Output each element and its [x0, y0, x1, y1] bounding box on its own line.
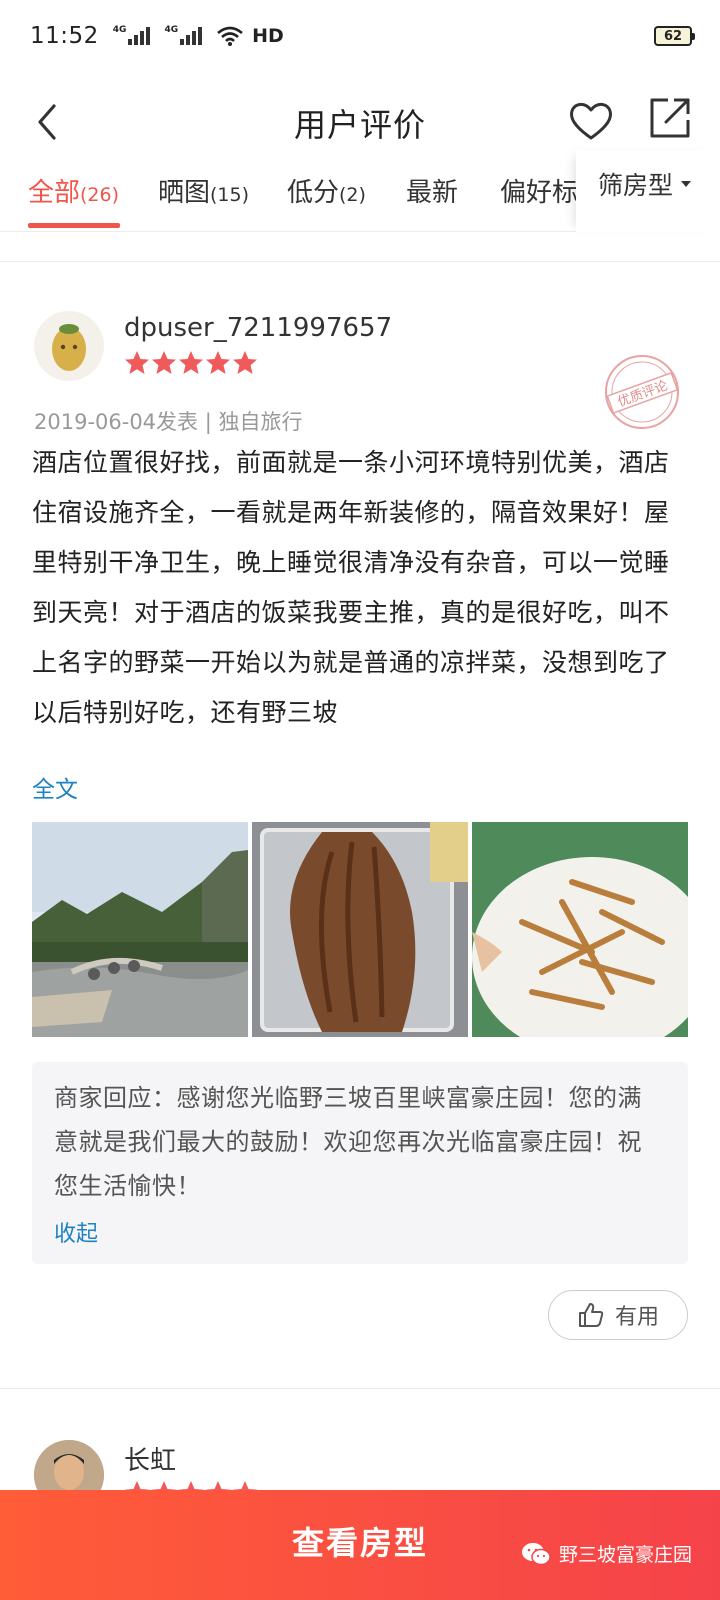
- heart-icon[interactable]: [566, 96, 616, 146]
- wifi-icon: [217, 26, 243, 46]
- battery-level: 62: [663, 28, 683, 44]
- share-icon[interactable]: [646, 94, 694, 142]
- collapse-link[interactable]: 收起: [54, 1216, 666, 1248]
- merchant-reply: 商家回应：感谢您光临野三坡百里峡富豪庄园！您的满意就是我们最大的鼓励！欢迎您再次…: [32, 1062, 688, 1264]
- review-text: 酒店位置很好找，前面就是一条小河环境特别优美，酒店住宿设施齐全，一看就是两年新装…: [32, 448, 670, 727]
- review-photo-grilled-fish[interactable]: [252, 822, 468, 1037]
- caret-down-icon: [681, 181, 692, 187]
- rating-stars: [124, 350, 258, 376]
- hd-indicator: HD: [252, 25, 284, 47]
- review-meta: 2019-06-04发表 | 独自旅行: [34, 410, 303, 434]
- tab-latest[interactable]: 最新: [406, 172, 458, 209]
- avatar[interactable]: [34, 311, 104, 381]
- reviewer-name[interactable]: 长虹: [124, 1440, 176, 1477]
- useful-button[interactable]: 有用: [548, 1290, 688, 1340]
- merchant-reply-text: 商家回应：感谢您光临野三坡百里峡富豪庄园！您的满意就是我们最大的鼓励！欢迎您再次…: [54, 1084, 642, 1200]
- tab-photos[interactable]: 晒图(15): [158, 172, 249, 209]
- star-icon: [206, 351, 230, 374]
- star-icon: [125, 351, 149, 374]
- battery-icon: 62: [654, 26, 695, 46]
- review-tabs: 全部(26) 晒图(15) 低分(2) 最新 偏好标 筛房型: [0, 150, 720, 232]
- section-separator: [0, 232, 720, 262]
- view-room-types-button[interactable]: 查看房型 野三坡富豪庄园: [0, 1490, 720, 1600]
- tab-all[interactable]: 全部(26): [28, 172, 119, 209]
- status-bar: 11:52 4G 4G HD 62: [0, 0, 720, 72]
- star-icon: [179, 351, 203, 374]
- wechat-icon: [521, 1542, 551, 1565]
- expand-full-link[interactable]: 全文: [32, 770, 78, 804]
- star-icon: [152, 351, 176, 374]
- room-type-filter[interactable]: 筛房型: [576, 150, 720, 232]
- star-icon: [233, 351, 257, 374]
- signal-icon: 4G: [113, 25, 151, 45]
- signal-icon: 4G: [164, 25, 203, 45]
- review-photo-fried-fish[interactable]: [472, 822, 688, 1037]
- tab-preference[interactable]: 偏好标: [500, 172, 576, 209]
- tab-low-score[interactable]: 低分(2): [287, 172, 366, 209]
- potato-avatar-icon: [52, 324, 86, 371]
- wechat-watermark: 野三坡富豪庄园: [521, 1540, 692, 1567]
- review-photo-river[interactable]: [32, 822, 248, 1037]
- review-divider: [0, 1388, 720, 1389]
- quality-review-stamp: 优质评论: [605, 355, 679, 429]
- active-tab-indicator: [28, 223, 120, 228]
- reviewer-name[interactable]: dpuser_7211997657: [124, 313, 392, 343]
- thumbs-up-icon: [578, 1303, 604, 1327]
- status-time: 11:52: [30, 23, 99, 49]
